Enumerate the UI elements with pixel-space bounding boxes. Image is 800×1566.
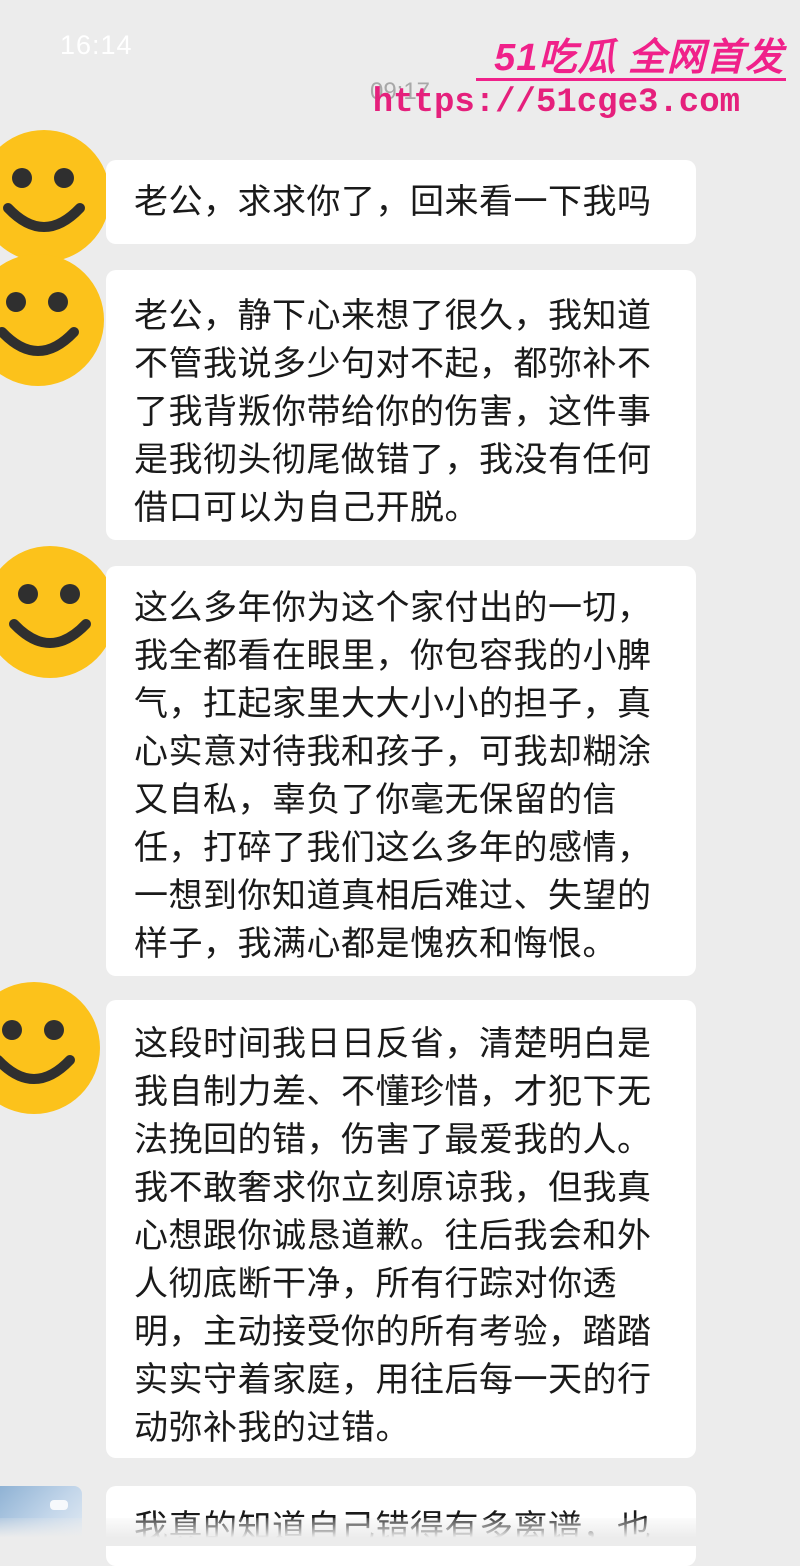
- bottom-fade: [0, 1518, 800, 1546]
- watermark-url: https://51cge3.com: [372, 84, 740, 122]
- smiley-face-icon[interactable]: [0, 252, 106, 388]
- message-bubble[interactable]: 老公，静下心来想了很久，我知道 不管我说多少句对不起，都弥补不 了我背叛你带给你…: [106, 270, 696, 540]
- watermark: 51吃瓜 全网首发 https://51cge3.com: [373, 14, 790, 126]
- smiley-face-icon[interactable]: [0, 128, 112, 264]
- status-bar-time: 16:14: [60, 30, 133, 60]
- message-bubble[interactable]: 这段时间我日日反省，清楚明白是 我自制力差、不懂珍惜，才犯下无 法挽回的错，伤害…: [106, 1000, 696, 1458]
- message-bubble[interactable]: 老公，求求你了，回来看一下我吗: [106, 160, 696, 244]
- avatar-detail: [50, 1500, 68, 1510]
- smiley-face-icon[interactable]: [0, 980, 102, 1116]
- watermark-brand: 51吃瓜 全网首发: [494, 37, 784, 79]
- watermark-underline: [476, 78, 786, 81]
- smiley-face-icon[interactable]: [0, 544, 118, 680]
- message-bubble[interactable]: 这么多年你为这个家付出的一切， 我全都看在眼里，你包容我的小脾 气，扛起家里大大…: [106, 566, 696, 976]
